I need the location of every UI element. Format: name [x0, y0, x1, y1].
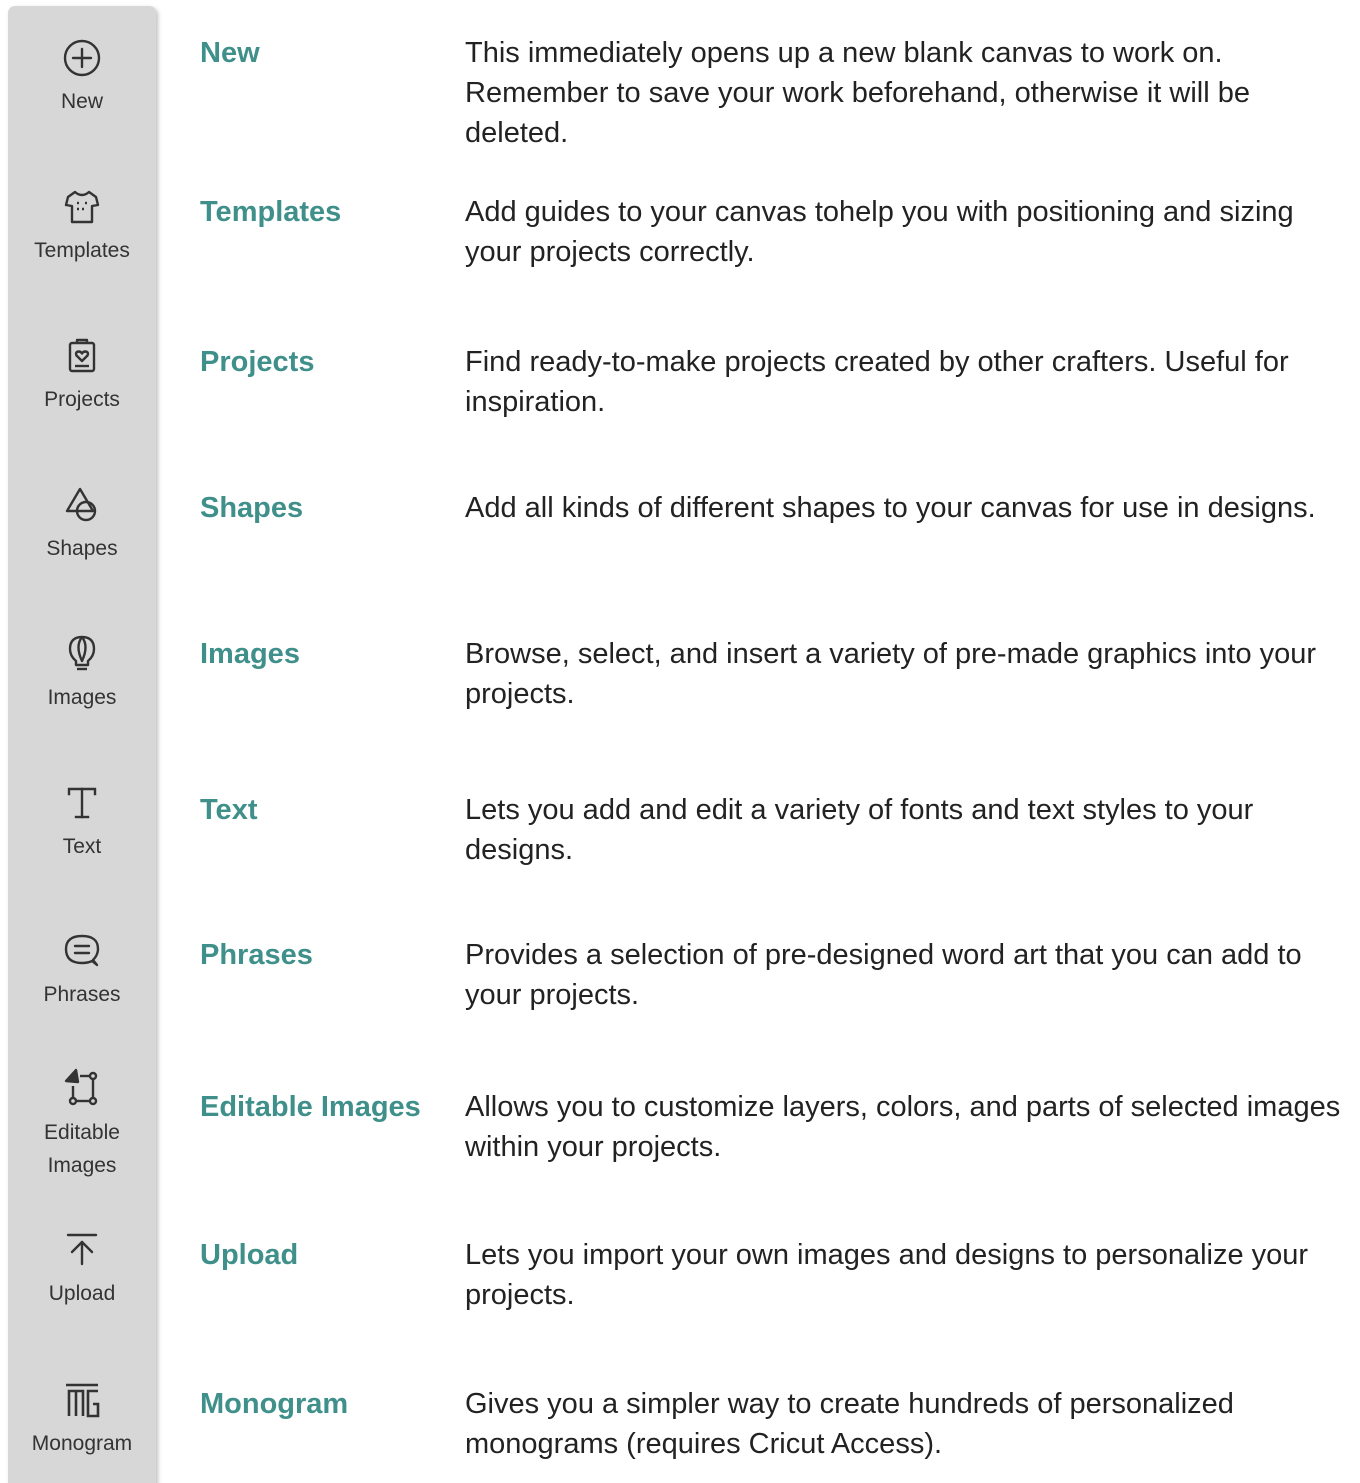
- sidebar-item-label: New: [60, 90, 103, 113]
- speech-bubble-icon: [60, 929, 104, 973]
- sidebar-item-monogram[interactable]: Monogram: [8, 1378, 156, 1460]
- feature-title: Projects: [200, 346, 315, 378]
- sidebar-item-templates[interactable]: Templates: [8, 185, 156, 267]
- feature-title: Images: [200, 638, 300, 670]
- text-t-icon: [60, 781, 104, 825]
- feature-title: Shapes: [200, 492, 304, 524]
- feature-description: Find ready-to-make projects created by o…: [465, 346, 1289, 418]
- feature-title: Text: [200, 794, 258, 826]
- upload-arrow-icon: [60, 1228, 104, 1272]
- page: New Templates Projects Shapes Images Tex…: [0, 0, 1360, 1483]
- clipboard-heart-icon: [60, 334, 104, 378]
- feature-description: Lets you import your own images and desi…: [465, 1239, 1309, 1311]
- feature-description: Browse, select, and insert a variety of …: [465, 638, 1317, 710]
- sidebar-item-upload[interactable]: Upload: [8, 1228, 156, 1310]
- sidebar-item-label: Upload: [48, 1282, 116, 1305]
- feature-description: Provides a selection of pre-designed wor…: [465, 939, 1302, 1011]
- sidebar-item-phrases[interactable]: Phrases: [8, 929, 156, 1011]
- sidebar-item-label: Shapes: [46, 537, 118, 560]
- feature-description: Lets you add and edit a variety of fonts…: [465, 794, 1254, 866]
- monogram-icon: [60, 1378, 104, 1422]
- sidebar-item-images[interactable]: Images: [8, 632, 156, 714]
- feature-description: This immediately opens up a new blank ca…: [465, 37, 1250, 149]
- sidebar-item-label: Editable Images: [44, 1121, 120, 1177]
- editable-images-icon: [60, 1066, 104, 1110]
- feature-title: Monogram: [200, 1388, 349, 1420]
- sidebar-item-label: Projects: [44, 388, 120, 411]
- lightbulb-icon: [60, 632, 104, 676]
- sidebar-item-projects[interactable]: Projects: [8, 334, 156, 416]
- feature-description: Gives you a simpler way to create hundre…: [465, 1388, 1234, 1460]
- feature-description: Add all kinds of different shapes to you…: [465, 492, 1316, 524]
- sidebar-item-label: Text: [62, 835, 102, 858]
- plus-circle-icon: [60, 36, 104, 80]
- feature-title: Upload: [200, 1239, 299, 1271]
- feature-title: Editable Images: [200, 1091, 421, 1123]
- feature-description: Allows you to customize layers, colors, …: [465, 1091, 1341, 1163]
- feature-description: Add guides to your canvas tohelp you wit…: [465, 196, 1294, 268]
- feature-title: Templates: [200, 196, 342, 228]
- sidebar-item-label: Images: [47, 686, 117, 709]
- sidebar-item-text[interactable]: Text: [8, 781, 156, 863]
- sidebar-item-new[interactable]: New: [8, 36, 156, 118]
- shapes-icon: [60, 483, 104, 527]
- sidebar-item-label: Templates: [34, 239, 130, 262]
- feature-title: New: [200, 37, 260, 69]
- sidebar: New Templates Projects Shapes Images Tex…: [8, 6, 156, 1483]
- sidebar-item-editable-images[interactable]: Editable Images: [8, 1066, 156, 1182]
- sidebar-item-shapes[interactable]: Shapes: [8, 483, 156, 565]
- feature-title: Phrases: [200, 939, 313, 971]
- sidebar-item-label: Monogram: [31, 1432, 133, 1455]
- sidebar-item-label: Phrases: [43, 983, 121, 1006]
- tshirt-icon: [60, 185, 104, 229]
